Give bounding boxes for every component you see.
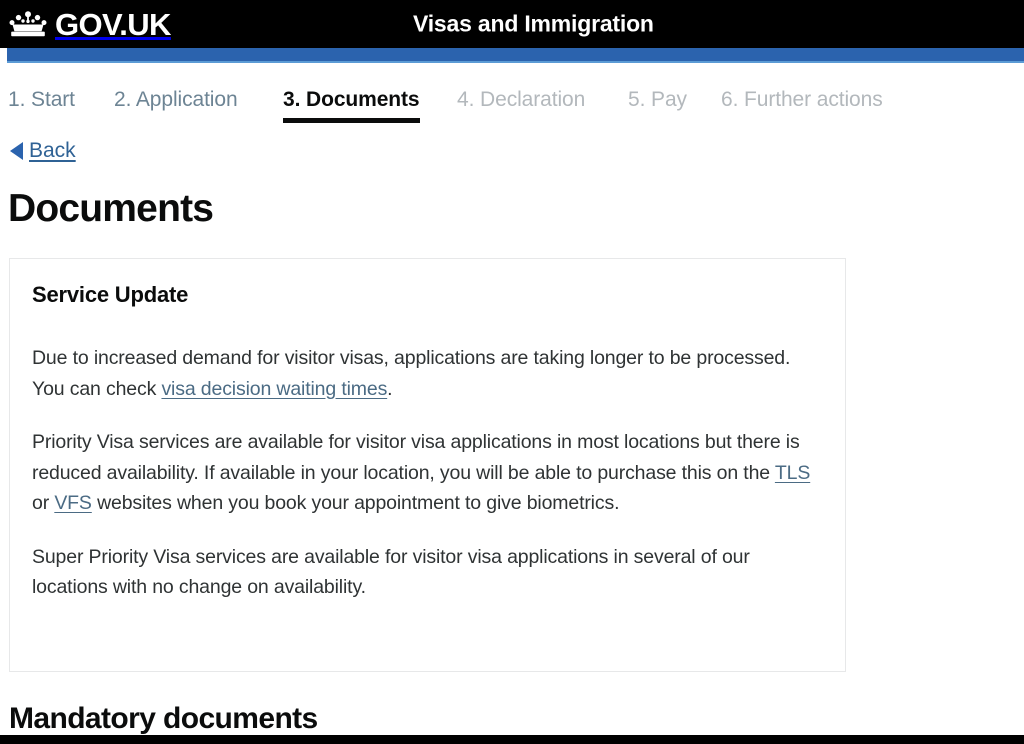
visa-decision-waiting-times-link[interactable]: visa decision waiting times — [161, 378, 387, 400]
service-update-paragraph-2: Priority Visa services are available for… — [32, 427, 821, 519]
step-label: 5. Pay — [628, 88, 687, 111]
back-link[interactable]: Back — [10, 139, 76, 163]
service-update-title: Service Update — [32, 282, 189, 307]
tls-link[interactable]: TLS — [775, 462, 810, 484]
paragraph-1-text-before: Due to increased demand for visitor visa… — [32, 347, 791, 400]
govuk-brand-text: GOV.UK — [55, 6, 171, 42]
step-documents[interactable]: 3. Documents — [283, 86, 420, 123]
page-root: GOV.UK Visas and Immigration 1. Start 2.… — [0, 0, 1024, 744]
header-accent-bar — [7, 48, 1024, 61]
govuk-header: GOV.UK Visas and Immigration — [0, 0, 1024, 48]
govuk-home-link[interactable]: GOV.UK — [8, 9, 171, 40]
step-declaration[interactable]: 4. Declaration — [457, 86, 585, 114]
paragraph-2-text-after: websites when you book your appointment … — [91, 492, 620, 514]
progress-step-nav: 1. Start 2. Application 3. Documents 4. … — [8, 86, 1016, 128]
service-update-panel: Service Update Due to increased demand f… — [9, 258, 846, 672]
step-pay[interactable]: 5. Pay — [628, 86, 687, 114]
service-update-paragraph-3: Super Priority Visa services are availab… — [32, 545, 750, 599]
paragraph-2-text-between: or — [32, 492, 55, 514]
header-accent-bar-highlight — [7, 61, 1024, 63]
paragraph-2-text-before: Priority Visa services are available for… — [32, 431, 800, 484]
crown-icon — [8, 10, 48, 38]
step-label: 4. Declaration — [457, 88, 586, 111]
step-label: 6. Further actions — [721, 88, 883, 111]
viewport-bottom-edge — [0, 735, 1024, 744]
step-label: 3. Documents — [283, 88, 420, 111]
back-arrow-icon — [10, 142, 23, 160]
step-further-actions[interactable]: 6. Further actions — [721, 86, 883, 114]
header-left-gutter — [0, 48, 7, 63]
page-title: Documents — [8, 187, 214, 230]
step-application[interactable]: 2. Application — [114, 86, 238, 114]
vfs-link[interactable]: VFS — [54, 492, 92, 514]
step-label: 2. Application — [114, 88, 238, 111]
back-link-label: Back — [29, 139, 76, 162]
service-name: Visas and Immigration — [413, 10, 654, 37]
paragraph-1-text-after: . — [387, 377, 393, 400]
mandatory-documents-heading: Mandatory documents — [9, 702, 318, 735]
step-start[interactable]: 1. Start — [8, 86, 75, 114]
step-label: 1. Start — [8, 88, 75, 111]
service-update-paragraph-1: Due to increased demand for visitor visa… — [32, 343, 821, 404]
current-step-underline — [283, 118, 420, 123]
